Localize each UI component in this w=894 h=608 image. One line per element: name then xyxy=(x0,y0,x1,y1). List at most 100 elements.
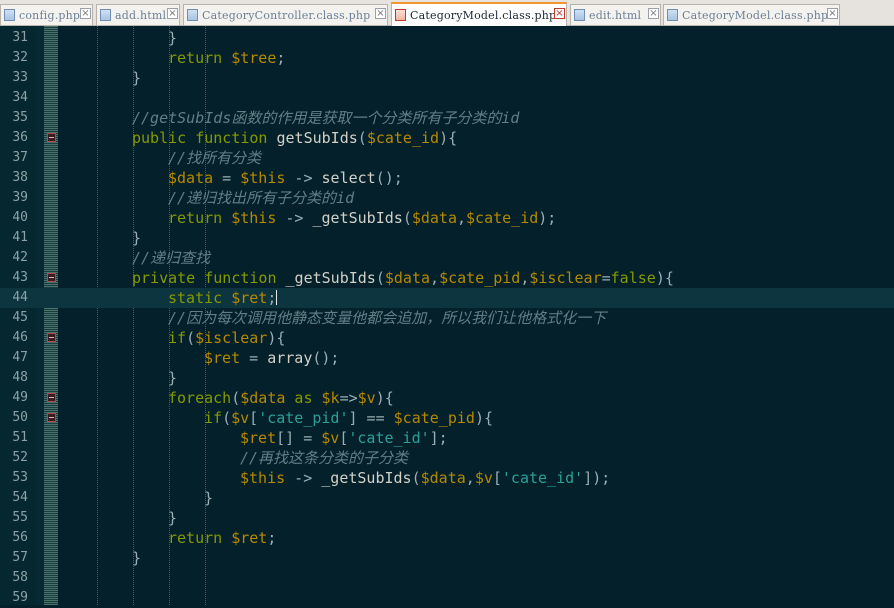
code-token: $data xyxy=(420,469,466,487)
code-token: getSubIds xyxy=(276,129,358,147)
code-line[interactable]: 31} xyxy=(0,28,894,48)
code-text: if($isclear){ xyxy=(168,329,285,347)
line-number: 49 xyxy=(12,390,28,405)
code-line[interactable]: 39 //递归找出所有子分类的id xyxy=(0,188,894,208)
code-token: } xyxy=(132,229,142,247)
line-number: 45 xyxy=(12,310,28,325)
line-number: 40 xyxy=(12,210,28,225)
code-token: $isclear xyxy=(195,329,268,347)
code-token: , xyxy=(457,209,467,227)
tab-label: config.php xyxy=(19,9,81,22)
code-token: 'cate_pid' xyxy=(258,409,349,427)
code-text: //getSubIds函数的作用是获取一个分类所有子分类的id xyxy=(132,109,519,127)
tab-3[interactable]: CategoryModel.class.php × xyxy=(391,2,567,26)
code-line[interactable]: 56 return $ret; xyxy=(0,528,894,548)
code-text: public function getSubIds($cate_id){ xyxy=(132,129,457,147)
file-icon xyxy=(395,9,406,21)
code-line[interactable]: 38 $data = $this -> select(); xyxy=(0,168,894,188)
file-icon xyxy=(574,9,585,21)
tab-5[interactable]: CategoryModel.class.php × xyxy=(663,4,840,25)
code-text: } xyxy=(132,229,141,247)
code-line[interactable]: 54} xyxy=(0,488,894,508)
code-text: return $this -> _getSubIds($data,$cate_i… xyxy=(168,209,556,227)
code-line[interactable]: 44 static $ret; xyxy=(0,288,894,308)
code-token: return xyxy=(168,209,232,227)
code-token: ; xyxy=(276,49,286,67)
close-icon[interactable]: × xyxy=(648,8,659,19)
code-text: } xyxy=(168,29,177,47)
code-line[interactable]: 34 xyxy=(0,88,894,108)
code-line[interactable]: 46 if($isclear){ xyxy=(0,328,894,348)
fold-collapse-icon[interactable] xyxy=(47,273,56,282)
code-token: (); xyxy=(312,349,340,367)
code-line[interactable]: 40 return $this -> _getSubIds($data,$cate… xyxy=(0,208,894,228)
code-token: = xyxy=(601,269,611,287)
code-line[interactable]: 37 //找所有分类 xyxy=(0,148,894,168)
file-icon xyxy=(100,9,111,21)
fold-collapse-icon[interactable] xyxy=(47,133,56,142)
code-token: $isclear xyxy=(529,269,602,287)
code-token: static xyxy=(168,289,232,307)
tab-1[interactable]: add.html × xyxy=(96,4,180,25)
code-line[interactable]: 42 //递归查找 xyxy=(0,248,894,268)
close-icon[interactable]: × xyxy=(80,8,91,19)
code-line[interactable]: 47 $ret = array(); xyxy=(0,348,894,368)
close-icon[interactable]: × xyxy=(375,8,386,19)
code-text: foreach($data as $k=>$v){ xyxy=(168,389,394,407)
tab-2[interactable]: CategoryController.class.php × xyxy=(183,4,388,25)
code-token: ( xyxy=(375,269,385,287)
fold-collapse-icon[interactable] xyxy=(47,413,56,422)
code-line[interactable]: 32 return $tree; xyxy=(0,48,894,68)
code-token: $k xyxy=(321,389,340,407)
code-line[interactable]: 36 public function getSubIds($cate_id){ xyxy=(0,128,894,148)
code-editor[interactable]: 31} 32 return $tree; 33} 34 35//getSubIds函数的作… xyxy=(0,26,894,605)
code-line[interactable]: 43 private function _getSubIds($data,$cat… xyxy=(0,268,894,288)
tab-0[interactable]: config.php × xyxy=(0,4,93,25)
code-line[interactable]: 35 //getSubIds函数的作用是获取一个分类所有子分类的id xyxy=(0,108,894,128)
code-line[interactable]: 45 //因为每次调用他静态变量他都会追加，所以我们让他格式化一下 xyxy=(0,308,894,328)
code-token: _getSubIds xyxy=(285,269,376,287)
code-line[interactable]: 52 //再找这条分类的子分类 xyxy=(0,448,894,468)
close-icon[interactable]: × xyxy=(827,8,838,19)
code-token: ){ xyxy=(375,389,394,407)
code-token: if xyxy=(204,409,223,427)
code-line[interactable]: 33} xyxy=(0,68,894,88)
close-icon[interactable]: × xyxy=(554,8,565,19)
code-line[interactable]: 57} xyxy=(0,548,894,568)
code-line[interactable]: 58 xyxy=(0,568,894,588)
code-token: $v xyxy=(321,429,340,447)
line-number: 52 xyxy=(12,450,28,465)
code-line[interactable]: 53 $this -> _getSubIds($data,$v['cate_id'… xyxy=(0,468,894,488)
code-token: $data xyxy=(411,209,457,227)
code-token: } xyxy=(132,549,142,567)
code-line[interactable]: 41} xyxy=(0,228,894,248)
code-line[interactable]: 59 xyxy=(0,588,894,608)
line-number: 42 xyxy=(12,250,28,265)
tab-4[interactable]: edit.html × xyxy=(570,4,661,25)
line-number: 47 xyxy=(12,350,28,365)
code-text: //再找这条分类的子分类 xyxy=(240,449,408,467)
code-line[interactable]: 48} xyxy=(0,368,894,388)
code-token: ){ xyxy=(655,269,674,287)
code-token: //因为每次调用他静态变量他都会追加，所以我们让他格式化一下 xyxy=(168,309,607,327)
code-token: ( xyxy=(231,389,241,407)
line-number: 56 xyxy=(12,530,28,545)
line-number: 59 xyxy=(12,590,28,605)
close-icon[interactable]: × xyxy=(167,8,178,19)
code-token: $tree xyxy=(231,49,277,67)
fold-collapse-icon[interactable] xyxy=(47,393,56,402)
code-line[interactable]: 55} xyxy=(0,508,894,528)
code-token: ; xyxy=(267,289,277,307)
code-token: return xyxy=(168,529,232,547)
code-line[interactable]: 49 foreach($data as $k=>$v){ xyxy=(0,388,894,408)
code-token: ( xyxy=(402,209,412,227)
code-token: _getSubIds xyxy=(312,209,403,227)
code-token: } xyxy=(204,489,214,507)
code-line[interactable]: 50 if($v['cate_pid'] == $cate_pid){ xyxy=(0,408,894,428)
code-token: ( xyxy=(186,329,196,347)
code-token: ( xyxy=(411,469,421,487)
code-line[interactable]: 51 $ret[] = $v['cate_id']; xyxy=(0,428,894,448)
code-token: ){ xyxy=(267,329,286,347)
code-token: = xyxy=(240,349,268,367)
fold-collapse-icon[interactable] xyxy=(47,333,56,342)
